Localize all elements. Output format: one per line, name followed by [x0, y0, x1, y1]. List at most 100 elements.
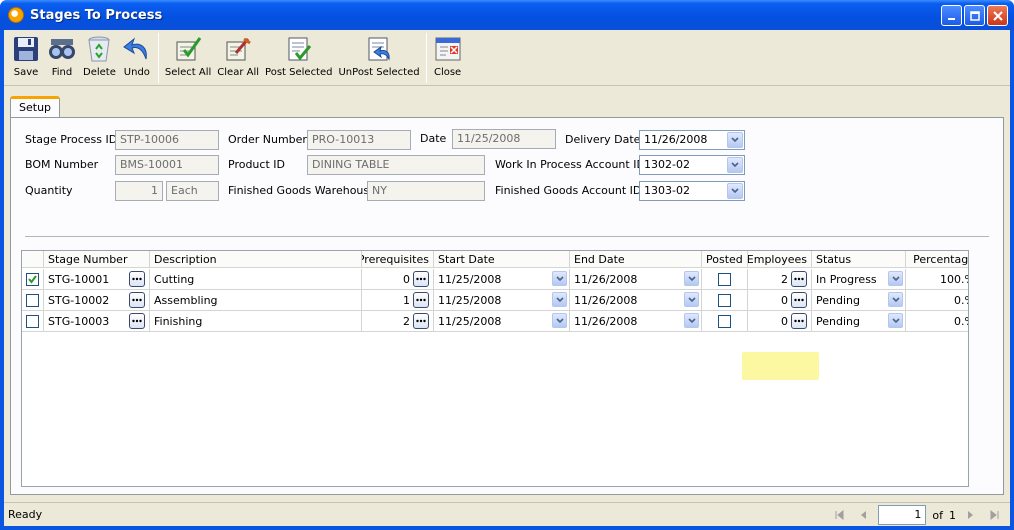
table-row[interactable]: STG-10002 Assembling 1 11/25/2008 11/26/…: [22, 290, 968, 311]
next-page-button[interactable]: [962, 506, 980, 524]
prerequisites-cell[interactable]: 0: [362, 269, 434, 289]
start-date-dropdown[interactable]: [552, 313, 567, 328]
select-all-button[interactable]: Select All: [162, 33, 214, 78]
posted-checkbox[interactable]: [718, 272, 731, 286]
employees-lookup-button[interactable]: [791, 271, 807, 287]
delivery-date-picker[interactable]: 11/26/2008: [639, 130, 745, 150]
employees-lookup-button[interactable]: [791, 292, 807, 308]
header-end-date[interactable]: End Date: [570, 251, 702, 267]
header-prerequisites[interactable]: Prerequisites: [362, 251, 434, 267]
end-date-cell[interactable]: 11/26/2008: [570, 290, 702, 310]
end-date-dropdown[interactable]: [684, 271, 699, 286]
wip-account-dropdown[interactable]: [727, 157, 743, 173]
table-row[interactable]: STG-10003 Finishing 2 11/25/2008 11/26/2…: [22, 311, 968, 332]
header-percentage[interactable]: Percentage: [906, 251, 968, 267]
prerequisites-lookup-button[interactable]: [413, 292, 429, 308]
save-button[interactable]: Save: [8, 33, 44, 78]
delete-label: Delete: [83, 67, 116, 78]
status-dropdown[interactable]: [888, 292, 903, 307]
title-bar[interactable]: Stages To Process: [0, 0, 1014, 30]
employees-lookup-button[interactable]: [791, 313, 807, 329]
tab-setup[interactable]: Setup: [10, 96, 61, 118]
date-label: Date: [420, 132, 447, 145]
fg-account-dropdown[interactable]: [727, 183, 743, 199]
employees-cell[interactable]: 2: [748, 269, 812, 289]
description-cell[interactable]: Assembling: [150, 290, 362, 310]
start-date-cell[interactable]: 11/25/2008: [434, 269, 570, 289]
status-dropdown[interactable]: [888, 271, 903, 286]
posted-checkbox[interactable]: [718, 314, 731, 328]
fg-warehouse-field[interactable]: NY: [367, 181, 485, 201]
description-cell[interactable]: Cutting: [150, 269, 362, 289]
description-cell[interactable]: Finishing: [150, 311, 362, 331]
header-posted[interactable]: Posted: [702, 251, 748, 267]
employees-cell[interactable]: 0: [748, 290, 812, 310]
percentage-cell[interactable]: 100.%: [906, 269, 968, 289]
stage-number-cell[interactable]: STG-10001: [44, 269, 150, 289]
maximize-button[interactable]: [964, 5, 985, 26]
first-page-button[interactable]: [830, 506, 848, 524]
quantity-unit-field[interactable]: Each: [166, 181, 219, 201]
quantity-label: Quantity: [25, 184, 73, 197]
percentage-cell[interactable]: 0.%: [906, 311, 968, 331]
end-date-cell[interactable]: 11/26/2008: [570, 311, 702, 331]
employees-cell[interactable]: 0: [748, 311, 812, 331]
quantity-field[interactable]: 1: [115, 181, 163, 201]
delete-button[interactable]: Delete: [80, 33, 119, 78]
prerequisites-cell[interactable]: 2: [362, 311, 434, 331]
stage-lookup-button[interactable]: [129, 292, 145, 308]
date-field[interactable]: 11/25/2008: [452, 129, 556, 149]
fg-account-combo[interactable]: 1303-02: [639, 181, 745, 201]
row-select-checkbox[interactable]: [26, 314, 39, 328]
start-date-dropdown[interactable]: [552, 271, 567, 286]
prerequisites-lookup-button[interactable]: [413, 313, 429, 329]
product-id-field[interactable]: DINING TABLE: [307, 155, 485, 175]
start-date-dropdown[interactable]: [552, 292, 567, 307]
previous-page-button[interactable]: [854, 506, 872, 524]
wip-account-combo[interactable]: 1302-02: [639, 155, 745, 175]
stage-number-cell[interactable]: STG-10002: [44, 290, 150, 310]
prerequisites-lookup-button[interactable]: [413, 271, 429, 287]
header-start-date[interactable]: Start Date: [434, 251, 570, 267]
prerequisites-cell[interactable]: 1: [362, 290, 434, 310]
status-cell[interactable]: In Progress: [812, 269, 906, 289]
stage-process-id-field[interactable]: STP-10006: [115, 130, 219, 150]
header-employees[interactable]: Employees: [748, 251, 812, 267]
status-value: In Progress: [816, 272, 877, 286]
stage-number-cell[interactable]: STG-10003: [44, 311, 150, 331]
stage-lookup-button[interactable]: [129, 313, 145, 329]
unpost-selected-button[interactable]: UnPost Selected: [335, 33, 422, 78]
undo-button[interactable]: Undo: [119, 33, 155, 78]
start-date-cell[interactable]: 11/25/2008: [434, 311, 570, 331]
find-button[interactable]: Find: [44, 33, 80, 78]
delivery-date-dropdown[interactable]: [727, 132, 743, 148]
post-selected-button[interactable]: Post Selected: [262, 33, 335, 78]
page-number-input[interactable]: 1: [878, 505, 927, 525]
status-cell[interactable]: Pending: [812, 290, 906, 310]
order-number-field[interactable]: PRO-10013: [307, 130, 411, 150]
posted-checkbox[interactable]: [718, 293, 731, 307]
close-window-button[interactable]: [987, 5, 1008, 26]
last-page-button[interactable]: [986, 506, 1004, 524]
row-select-checkbox[interactable]: [26, 293, 39, 307]
status-dropdown[interactable]: [888, 313, 903, 328]
toolbar: Save Find Delete Undo Select All Clear A…: [4, 30, 1010, 86]
close-button[interactable]: Close: [430, 33, 466, 78]
clear-all-button[interactable]: Clear All: [214, 33, 262, 78]
minimize-button[interactable]: [941, 5, 962, 26]
app-icon: [8, 7, 24, 23]
table-row[interactable]: STG-10001 Cutting 0 11/25/2008 11/26/200…: [22, 269, 968, 290]
header-status[interactable]: Status: [812, 251, 906, 267]
header-stage-number[interactable]: Stage Number: [44, 251, 150, 267]
row-select-checkbox[interactable]: [26, 272, 39, 286]
header-description[interactable]: Description: [150, 251, 362, 267]
stage-lookup-button[interactable]: [129, 271, 145, 287]
start-date-cell[interactable]: 11/25/2008: [434, 290, 570, 310]
end-date-cell[interactable]: 11/26/2008: [570, 269, 702, 289]
end-date-dropdown[interactable]: [684, 292, 699, 307]
bom-number-field[interactable]: BMS-10001: [115, 155, 219, 175]
chevron-down-icon: [555, 296, 564, 302]
percentage-cell[interactable]: 0.%: [906, 290, 968, 310]
status-cell[interactable]: Pending: [812, 311, 906, 331]
end-date-dropdown[interactable]: [684, 313, 699, 328]
